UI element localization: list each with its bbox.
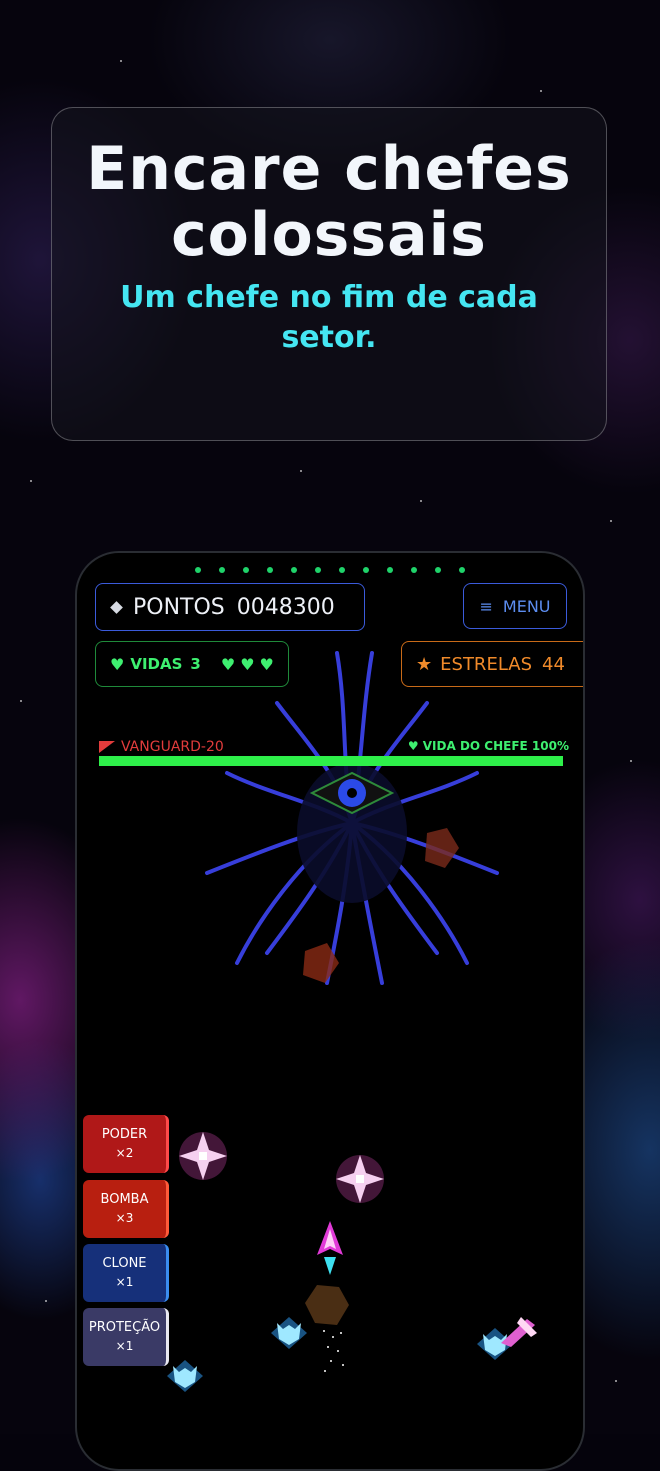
phone-frame: PONTOS 0048300 ≡ MENU ♥ VIDAS 3 ♥♥♥ ★ ES… — [75, 551, 585, 1471]
boss-health-text: VIDA DO CHEFE — [422, 739, 528, 753]
lives-label: VIDAS — [130, 655, 183, 673]
powerup-protecao-button[interactable]: PROTEÇÃO ×1 — [83, 1308, 169, 1366]
hamburger-icon: ≡ — [479, 596, 493, 616]
powerup-label: PODER — [101, 1127, 148, 1142]
headline-card: Encare chefes colossais Um chefe no fim … — [51, 107, 607, 441]
boss-health-bar — [99, 756, 563, 766]
powerup-count: ×1 — [115, 1275, 134, 1289]
lives-hearts-icon: ♥♥♥ — [220, 654, 279, 674]
powerup-orb-sprite — [179, 1132, 227, 1180]
stars-label: ESTRELAS — [440, 653, 532, 675]
boss-name-text: VANGUARD-20 — [121, 739, 224, 755]
star-icon: ★ — [416, 653, 433, 675]
menu-label: MENU — [502, 596, 551, 616]
stars-value: 44 — [542, 653, 565, 675]
headline-subtitle: Um chefe no fim de cada setor. — [120, 280, 538, 355]
diamond-icon — [110, 600, 123, 614]
powerup-clone-button[interactable]: CLONE ×1 — [83, 1244, 169, 1302]
powerup-poder-button[interactable]: PODER ×2 — [83, 1115, 169, 1173]
score-label: PONTOS — [133, 594, 225, 620]
score-panel: PONTOS 0048300 — [95, 583, 365, 631]
stars-panel: ★ ESTRELAS 44 — [401, 641, 583, 687]
heart-icon: ♥ — [110, 654, 125, 674]
enemy-ship-sprite — [271, 1317, 307, 1349]
powerup-count: ×2 — [115, 1146, 134, 1160]
player-ship-sprite — [317, 1221, 343, 1275]
powerup-label: PROTEÇÃO — [88, 1320, 161, 1335]
powerup-count: ×1 — [115, 1339, 134, 1353]
sparkle-trail — [323, 1330, 344, 1372]
menu-button[interactable]: ≡ MENU — [463, 583, 567, 629]
enemy-ship-sprite — [167, 1360, 203, 1392]
boss-health-label: ♥ VIDA DO CHEFE 100% — [408, 739, 569, 753]
flag-icon — [99, 741, 115, 753]
boss-health-value: 100% — [531, 739, 569, 753]
powerup-label: BOMBA — [100, 1192, 149, 1207]
asteroid-sprite — [305, 1285, 349, 1325]
boss-creature — [205, 651, 499, 985]
enemy-fighter-sprite — [501, 1317, 537, 1347]
powerup-count: ×3 — [115, 1211, 134, 1225]
lives-count: 3 — [190, 655, 201, 673]
heart-icon: ♥ — [407, 739, 419, 753]
powerup-label: CLONE — [102, 1256, 147, 1271]
powerup-orb-sprite — [336, 1155, 384, 1203]
score-value: 0048300 — [236, 594, 335, 620]
boss-name: VANGUARD-20 — [99, 739, 224, 755]
powerup-bomba-button[interactable]: BOMBA ×3 — [83, 1180, 169, 1238]
lives-panel: ♥ VIDAS 3 ♥♥♥ — [95, 641, 289, 687]
headline-title: Encare chefes colossais — [86, 134, 572, 270]
